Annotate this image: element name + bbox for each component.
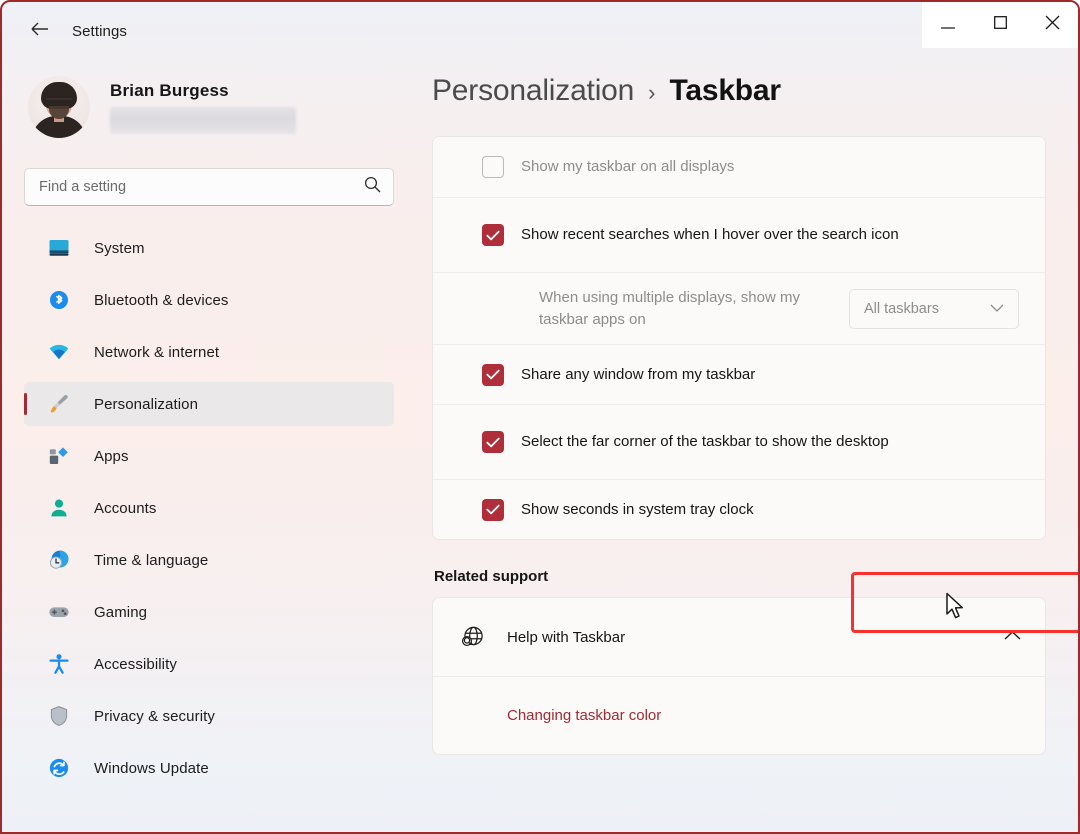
minimize-button[interactable] [922, 2, 974, 48]
sidebar-item-accessibility[interactable]: Accessibility [24, 642, 394, 686]
sidebar-item-windows-update[interactable]: Windows Update [24, 746, 394, 790]
user-name: Brian Burgess [110, 80, 229, 100]
sidebar: Brian Burgess System Bluetooth & devices N… [2, 60, 416, 832]
apps-icon [46, 443, 72, 469]
sidebar-item-label: System [94, 239, 145, 257]
title-bar: Settings [2, 2, 1078, 60]
setting-row[interactable]: Share any window from my taskbar [433, 344, 1045, 404]
sidebar-item-time-language[interactable]: Time & language [24, 538, 394, 582]
gamepad-icon [46, 599, 72, 625]
search-box[interactable] [24, 168, 394, 206]
setting-label: Share any window from my taskbar [521, 365, 756, 383]
bluetooth-icon [46, 287, 72, 313]
main-content: Personalization › Taskbar Show my taskba… [416, 60, 1078, 832]
person-icon [46, 495, 72, 521]
sidebar-item-label: Network & internet [94, 343, 220, 361]
app-title: Settings [72, 22, 127, 40]
maximize-icon [993, 16, 1007, 34]
shield-icon [46, 703, 72, 729]
search-input[interactable] [39, 179, 364, 195]
maximize-button[interactable] [974, 2, 1026, 48]
minimize-icon [941, 16, 955, 34]
sidebar-item-label: Windows Update [94, 759, 209, 777]
taskbar-settings-card: Show my taskbar on all displays Show rece… [432, 136, 1046, 540]
taskbar-apps-dropdown[interactable]: All taskbars [849, 288, 1019, 329]
support-link-row[interactable]: Changing taskbar color [433, 676, 1045, 754]
setting-label: Select the far corner of the taskbar to … [521, 433, 889, 451]
help-with-taskbar-row[interactable]: Help with Taskbar [433, 598, 1045, 676]
sidebar-item-network-internet[interactable]: Network & internet [24, 330, 394, 374]
close-button[interactable] [1026, 2, 1078, 48]
sidebar-item-label: Accessibility [94, 655, 177, 673]
sidebar-item-personalization[interactable]: Personalization [24, 382, 394, 426]
clock-globe-icon [46, 547, 72, 573]
setting-row[interactable]: Show recent searches when I hover over t… [433, 197, 1045, 272]
sidebar-item-privacy-security[interactable]: Privacy & security [24, 694, 394, 738]
sidebar-item-bluetooth-devices[interactable]: Bluetooth & devices [24, 278, 394, 322]
sidebar-nav: System Bluetooth & devices Network & inter… [24, 226, 394, 790]
dropdown-value: All taskbars [864, 300, 939, 317]
user-profile[interactable]: Brian Burgess [24, 60, 394, 154]
checkbox-unchecked [482, 156, 504, 178]
sidebar-item-label: Time & language [94, 551, 209, 569]
paintbrush-icon [46, 391, 72, 417]
avatar [28, 76, 90, 138]
back-button[interactable] [20, 14, 60, 48]
sidebar-item-label: Apps [94, 447, 129, 465]
changing-taskbar-color-link[interactable]: Changing taskbar color [507, 707, 661, 724]
related-support-title: Related support [434, 568, 549, 585]
settings-window: Settings Brian Burgess Find a setting Sy… [0, 0, 1080, 834]
breadcrumb-separator: › [648, 80, 656, 105]
setting-label: Show my taskbar on all displays [521, 158, 735, 176]
window-controls [922, 2, 1078, 48]
checkbox-checked[interactable] [482, 224, 504, 246]
related-support-card: Help with Taskbar Changing taskbar color [432, 597, 1046, 755]
monitor-icon [46, 235, 72, 261]
help-with-taskbar-label: Help with Taskbar [507, 628, 626, 646]
sidebar-item-apps[interactable]: Apps [24, 434, 394, 478]
sidebar-item-label: Bluetooth & devices [94, 291, 229, 309]
back-arrow-icon [30, 21, 50, 42]
search-icon[interactable] [364, 176, 381, 198]
chevron-up-icon[interactable] [1004, 628, 1021, 646]
setting-row: Show my taskbar on all displays [433, 137, 1045, 197]
checkbox-checked[interactable] [482, 431, 504, 453]
close-icon [1045, 15, 1060, 35]
page-title: Taskbar [669, 74, 781, 107]
sidebar-item-label: Personalization [94, 395, 199, 413]
setting-label: When using multiple displays, show my ta… [539, 288, 800, 328]
checkbox-checked[interactable] [482, 363, 504, 386]
sidebar-item-accounts[interactable]: Accounts [24, 486, 394, 530]
chevron-down-icon [990, 300, 1004, 318]
setting-label: Show recent searches when I hover over t… [521, 226, 899, 244]
checkbox-checked[interactable] [482, 498, 504, 521]
update-icon [46, 755, 72, 781]
breadcrumb: Personalization › Taskbar [432, 60, 1046, 136]
sidebar-item-label: Accounts [94, 499, 157, 517]
sidebar-item-label: Privacy & security [94, 707, 215, 725]
breadcrumb-parent[interactable]: Personalization [432, 74, 634, 108]
setting-row: When using multiple displays, show my ta… [433, 272, 1045, 344]
setting-label: Show seconds in system tray clock [521, 500, 754, 518]
sidebar-item-system[interactable]: System [24, 226, 394, 270]
setting-row[interactable]: Select the far corner of the taskbar to … [433, 404, 1045, 479]
sidebar-item-gaming[interactable]: Gaming [24, 590, 394, 634]
wifi-icon [46, 339, 72, 365]
help-globe-icon [459, 624, 491, 650]
accessibility-icon [46, 651, 72, 677]
user-email-redacted [110, 106, 296, 134]
sidebar-item-label: Gaming [94, 603, 148, 621]
setting-row[interactable]: Show seconds in system tray clock [433, 479, 1045, 539]
